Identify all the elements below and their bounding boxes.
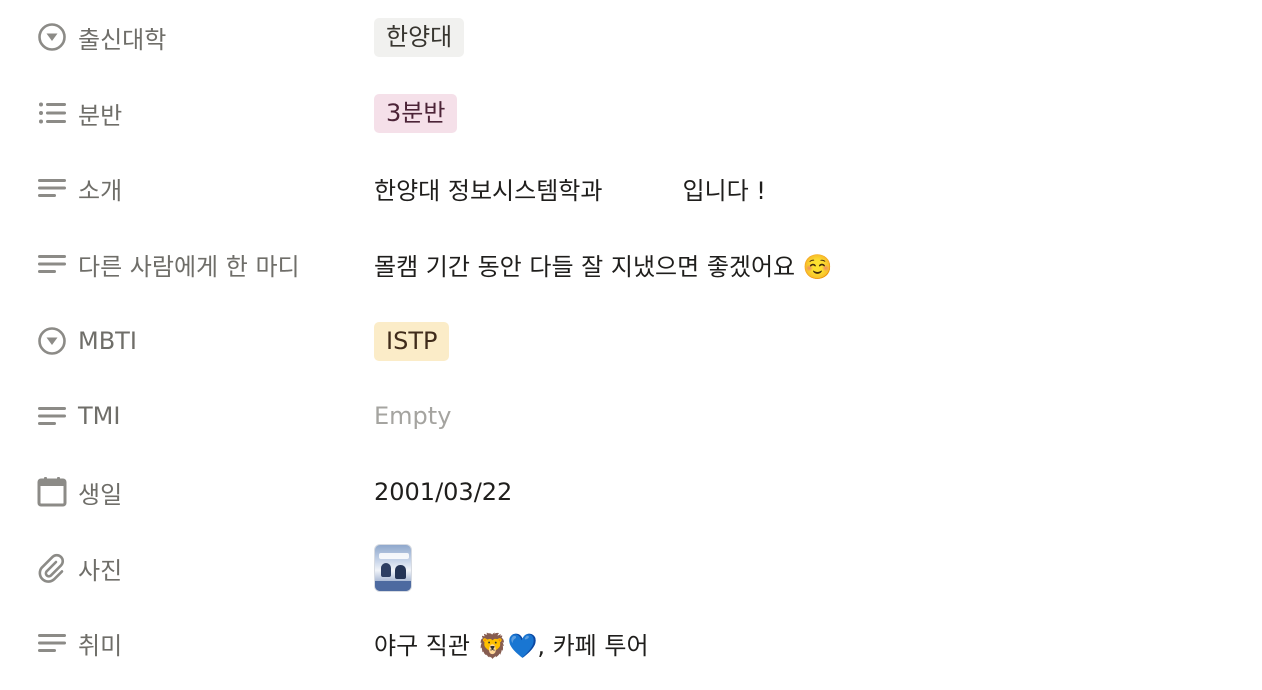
property-row-class: 분반 3분반 (0, 83, 1262, 143)
property-label: 분반 (78, 101, 123, 130)
date-value: 2001/03/22 (374, 478, 513, 506)
message-text: 몰캠 기간 동안 다들 잘 지냈으면 좋겠어요 ☺️ (374, 252, 833, 281)
property-name-hobby[interactable]: 취미 (36, 613, 336, 673)
property-value-class[interactable]: 3분반 (374, 83, 1222, 143)
property-value-tmi[interactable]: Empty (374, 386, 1222, 446)
paperclip-icon (36, 552, 68, 584)
property-value-mbti[interactable]: ISTP (374, 311, 1222, 371)
property-row-mbti: MBTI ISTP (0, 311, 1262, 371)
property-label: MBTI (78, 327, 137, 355)
property-value-message[interactable]: 몰캠 기간 동안 다들 잘 지냈으면 좋겠어요 ☺️ (374, 234, 1222, 294)
property-label: 소개 (78, 176, 123, 205)
property-name-intro[interactable]: 소개 (36, 158, 336, 218)
property-row-birthday: 생일 2001/03/22 (0, 462, 1262, 522)
property-name-photo[interactable]: 사진 (36, 538, 336, 598)
text-lines-icon (36, 172, 68, 204)
hobby-text: 야구 직관 🦁💙, 카페 투어 (374, 631, 649, 660)
property-name-university[interactable]: 출신대학 (36, 7, 336, 67)
property-row-hobby: 취미 야구 직관 🦁💙, 카페 투어 (0, 613, 1262, 673)
property-name-message[interactable]: 다른 사람에게 한 마디 (36, 234, 336, 294)
intro-text-part2: 입니다 ! (682, 176, 766, 205)
property-label: 출신대학 (78, 25, 167, 54)
property-value-photo[interactable] (374, 538, 1222, 598)
select-icon (36, 325, 68, 357)
photo-thumbnail[interactable] (374, 544, 412, 592)
property-name-mbti[interactable]: MBTI (36, 311, 336, 371)
property-name-tmi[interactable]: TMI (36, 386, 336, 446)
property-row-tmi: TMI Empty (0, 386, 1262, 446)
property-name-class[interactable]: 분반 (36, 83, 336, 143)
intro-text-part1: 한양대 정보시스템학과 (374, 176, 603, 205)
empty-placeholder: Empty (374, 402, 452, 430)
property-value-birthday[interactable]: 2001/03/22 (374, 462, 1222, 522)
text-lines-icon (36, 248, 68, 280)
property-value-intro[interactable]: 한양대 정보시스템학과 입니다 ! (374, 158, 1222, 218)
property-label: 다른 사람에게 한 마디 (78, 252, 300, 281)
property-row-university: 출신대학 한양대 (0, 7, 1262, 67)
select-tag: 한양대 (374, 17, 465, 57)
property-label: 취미 (78, 631, 123, 660)
select-icon (36, 21, 68, 53)
property-value-university[interactable]: 한양대 (374, 7, 1222, 67)
text-lines-icon (36, 627, 68, 659)
multiselect-tag: 3분반 (374, 93, 458, 133)
property-row-intro: 소개 한양대 정보시스템학과 입니다 ! (0, 158, 1262, 218)
calendar-icon (36, 476, 68, 508)
property-row-photo: 사진 (0, 538, 1262, 598)
property-label: 사진 (78, 556, 123, 585)
property-label: TMI (78, 402, 121, 430)
select-tag: ISTP (374, 321, 450, 361)
property-name-birthday[interactable]: 생일 (36, 462, 336, 522)
text-lines-icon (36, 400, 68, 432)
property-value-hobby[interactable]: 야구 직관 🦁💙, 카페 투어 (374, 613, 1222, 673)
property-label: 생일 (78, 480, 123, 509)
multiselect-list-icon (36, 97, 68, 129)
property-row-message: 다른 사람에게 한 마디 몰캠 기간 동안 다들 잘 지냈으면 좋겠어요 ☺️ (0, 234, 1262, 294)
